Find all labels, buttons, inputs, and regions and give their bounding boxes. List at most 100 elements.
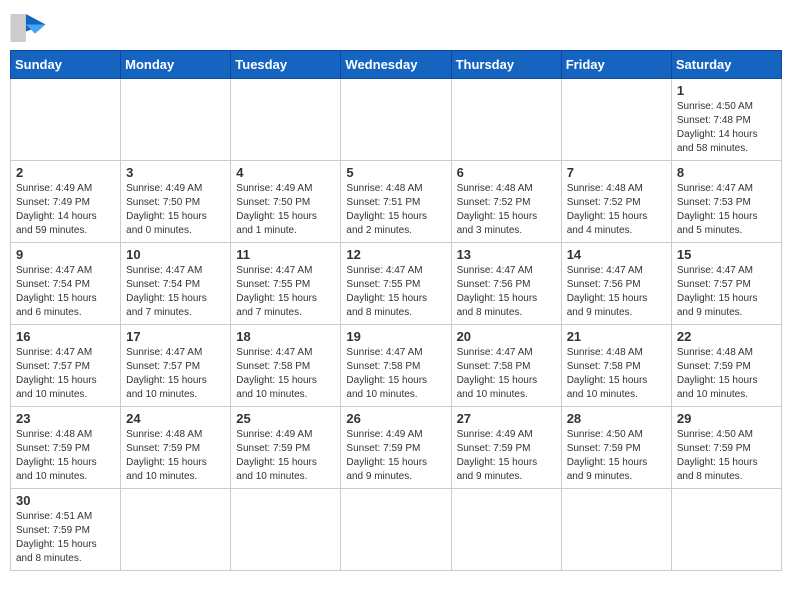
week-row-1: 2 Sunrise: 4:49 AM Sunset: 7:49 PM Daylig…	[11, 161, 782, 243]
calendar-body: 1 Sunrise: 4:50 AM Sunset: 7:48 PM Daylig…	[11, 79, 782, 571]
day-number: 21	[567, 329, 666, 344]
header-day-friday: Friday	[561, 51, 671, 79]
calendar-cell: 20 Sunrise: 4:47 AM Sunset: 7:58 PM Dayli…	[451, 325, 561, 407]
calendar-cell: 28Sunrise: 4:50 AM Sunset: 7:59 PM Dayli…	[561, 407, 671, 489]
day-info: Sunrise: 4:47 AM Sunset: 7:58 PM Dayligh…	[236, 346, 335, 402]
calendar-cell	[671, 489, 781, 571]
calendar-cell: 5 Sunrise: 4:48 AM Sunset: 7:51 PM Daylig…	[341, 161, 451, 243]
day-info: Sunrise: 4:47 AM Sunset: 7:57 PM Dayligh…	[16, 346, 115, 402]
calendar-cell	[121, 79, 231, 161]
day-info: Sunrise: 4:49 AM Sunset: 7:59 PM Dayligh…	[346, 428, 445, 484]
day-number: 27	[457, 411, 556, 426]
day-info: Sunrise: 4:50 AM Sunset: 7:59 PM Dayligh…	[677, 428, 776, 484]
day-number: 24	[126, 411, 225, 426]
calendar-cell: 12 Sunrise: 4:47 AM Sunset: 7:55 PM Dayli…	[341, 243, 451, 325]
calendar-cell	[341, 489, 451, 571]
calendar-cell	[11, 79, 121, 161]
calendar-cell	[451, 79, 561, 161]
day-info: Sunrise: 4:49 AM Sunset: 7:59 PM Dayligh…	[236, 428, 335, 484]
day-info: Sunrise: 4:49 AM Sunset: 7:59 PM Dayligh…	[457, 428, 556, 484]
day-number: 23	[16, 411, 115, 426]
logo	[10, 10, 50, 42]
day-info: Sunrise: 4:49 AM Sunset: 7:50 PM Dayligh…	[126, 182, 225, 238]
week-row-0: 1 Sunrise: 4:50 AM Sunset: 7:48 PM Daylig…	[11, 79, 782, 161]
day-number: 9	[16, 247, 115, 262]
day-info: Sunrise: 4:47 AM Sunset: 7:56 PM Dayligh…	[567, 264, 666, 320]
calendar-cell: 21 Sunrise: 4:48 AM Sunset: 7:58 PM Dayli…	[561, 325, 671, 407]
calendar-cell: 2 Sunrise: 4:49 AM Sunset: 7:49 PM Daylig…	[11, 161, 121, 243]
calendar-cell: 30 Sunrise: 4:51 AM Sunset: 7:59 PM Dayli…	[11, 489, 121, 571]
day-number: 6	[457, 165, 556, 180]
day-info: Sunrise: 4:47 AM Sunset: 7:55 PM Dayligh…	[346, 264, 445, 320]
logo-icon	[10, 14, 46, 42]
header	[10, 10, 782, 42]
day-info: Sunrise: 4:48 AM Sunset: 7:59 PM Dayligh…	[677, 346, 776, 402]
day-number: 3	[126, 165, 225, 180]
calendar-cell: 11 Sunrise: 4:47 AM Sunset: 7:55 PM Dayli…	[231, 243, 341, 325]
calendar-cell: 7 Sunrise: 4:48 AM Sunset: 7:52 PM Daylig…	[561, 161, 671, 243]
calendar-table: SundayMondayTuesdayWednesdayThursdayFrid…	[10, 50, 782, 571]
day-info: Sunrise: 4:48 AM Sunset: 7:59 PM Dayligh…	[126, 428, 225, 484]
day-number: 4	[236, 165, 335, 180]
calendar-cell: 9 Sunrise: 4:47 AM Sunset: 7:54 PM Daylig…	[11, 243, 121, 325]
day-info: Sunrise: 4:49 AM Sunset: 7:50 PM Dayligh…	[236, 182, 335, 238]
week-row-5: 30 Sunrise: 4:51 AM Sunset: 7:59 PM Dayli…	[11, 489, 782, 571]
calendar-cell	[231, 79, 341, 161]
day-number: 2	[16, 165, 115, 180]
calendar-cell: 17Sunrise: 4:47 AM Sunset: 7:57 PM Dayli…	[121, 325, 231, 407]
calendar-cell: 13 Sunrise: 4:47 AM Sunset: 7:56 PM Dayli…	[451, 243, 561, 325]
header-row: SundayMondayTuesdayWednesdayThursdayFrid…	[11, 51, 782, 79]
calendar-header: SundayMondayTuesdayWednesdayThursdayFrid…	[11, 51, 782, 79]
calendar-cell: 24 Sunrise: 4:48 AM Sunset: 7:59 PM Dayli…	[121, 407, 231, 489]
calendar-cell: 1 Sunrise: 4:50 AM Sunset: 7:48 PM Daylig…	[671, 79, 781, 161]
header-day-monday: Monday	[121, 51, 231, 79]
calendar-cell: 10 Sunrise: 4:47 AM Sunset: 7:54 PM Dayli…	[121, 243, 231, 325]
day-number: 30	[16, 493, 115, 508]
day-number: 16	[16, 329, 115, 344]
day-info: Sunrise: 4:48 AM Sunset: 7:52 PM Dayligh…	[457, 182, 556, 238]
day-number: 1	[677, 83, 776, 98]
day-info: Sunrise: 4:47 AM Sunset: 7:54 PM Dayligh…	[126, 264, 225, 320]
calendar-cell: 25 Sunrise: 4:49 AM Sunset: 7:59 PM Dayli…	[231, 407, 341, 489]
day-info: Sunrise: 4:48 AM Sunset: 7:58 PM Dayligh…	[567, 346, 666, 402]
calendar-cell: 15 Sunrise: 4:47 AM Sunset: 7:57 PM Dayli…	[671, 243, 781, 325]
day-number: 7	[567, 165, 666, 180]
calendar-cell	[561, 489, 671, 571]
day-info: Sunrise: 4:47 AM Sunset: 7:56 PM Dayligh…	[457, 264, 556, 320]
day-number: 29	[677, 411, 776, 426]
calendar-cell: 3 Sunrise: 4:49 AM Sunset: 7:50 PM Daylig…	[121, 161, 231, 243]
day-number: 12	[346, 247, 445, 262]
day-info: Sunrise: 4:51 AM Sunset: 7:59 PM Dayligh…	[16, 510, 115, 566]
calendar-cell: 16 Sunrise: 4:47 AM Sunset: 7:57 PM Dayli…	[11, 325, 121, 407]
week-row-3: 16 Sunrise: 4:47 AM Sunset: 7:57 PM Dayli…	[11, 325, 782, 407]
day-number: 10	[126, 247, 225, 262]
day-info: Sunrise: 4:47 AM Sunset: 7:57 PM Dayligh…	[126, 346, 225, 402]
day-number: 14	[567, 247, 666, 262]
day-info: Sunrise: 4:49 AM Sunset: 7:49 PM Dayligh…	[16, 182, 115, 238]
day-info: Sunrise: 4:48 AM Sunset: 7:52 PM Dayligh…	[567, 182, 666, 238]
calendar-cell: 19Sunrise: 4:47 AM Sunset: 7:58 PM Dayli…	[341, 325, 451, 407]
day-info: Sunrise: 4:47 AM Sunset: 7:58 PM Dayligh…	[457, 346, 556, 402]
header-day-wednesday: Wednesday	[341, 51, 451, 79]
day-info: Sunrise: 4:47 AM Sunset: 7:54 PM Dayligh…	[16, 264, 115, 320]
calendar-cell: 6 Sunrise: 4:48 AM Sunset: 7:52 PM Daylig…	[451, 161, 561, 243]
header-day-tuesday: Tuesday	[231, 51, 341, 79]
day-number: 11	[236, 247, 335, 262]
day-number: 25	[236, 411, 335, 426]
calendar-cell	[121, 489, 231, 571]
day-number: 22	[677, 329, 776, 344]
day-number: 15	[677, 247, 776, 262]
day-info: Sunrise: 4:50 AM Sunset: 7:48 PM Dayligh…	[677, 100, 776, 156]
day-info: Sunrise: 4:47 AM Sunset: 7:57 PM Dayligh…	[677, 264, 776, 320]
day-number: 5	[346, 165, 445, 180]
day-number: 26	[346, 411, 445, 426]
day-info: Sunrise: 4:48 AM Sunset: 7:59 PM Dayligh…	[16, 428, 115, 484]
day-info: Sunrise: 4:47 AM Sunset: 7:55 PM Dayligh…	[236, 264, 335, 320]
day-number: 13	[457, 247, 556, 262]
calendar-cell	[451, 489, 561, 571]
calendar-cell	[231, 489, 341, 571]
day-number: 20	[457, 329, 556, 344]
calendar-cell: 18 Sunrise: 4:47 AM Sunset: 7:58 PM Dayli…	[231, 325, 341, 407]
day-info: Sunrise: 4:48 AM Sunset: 7:51 PM Dayligh…	[346, 182, 445, 238]
day-number: 18	[236, 329, 335, 344]
